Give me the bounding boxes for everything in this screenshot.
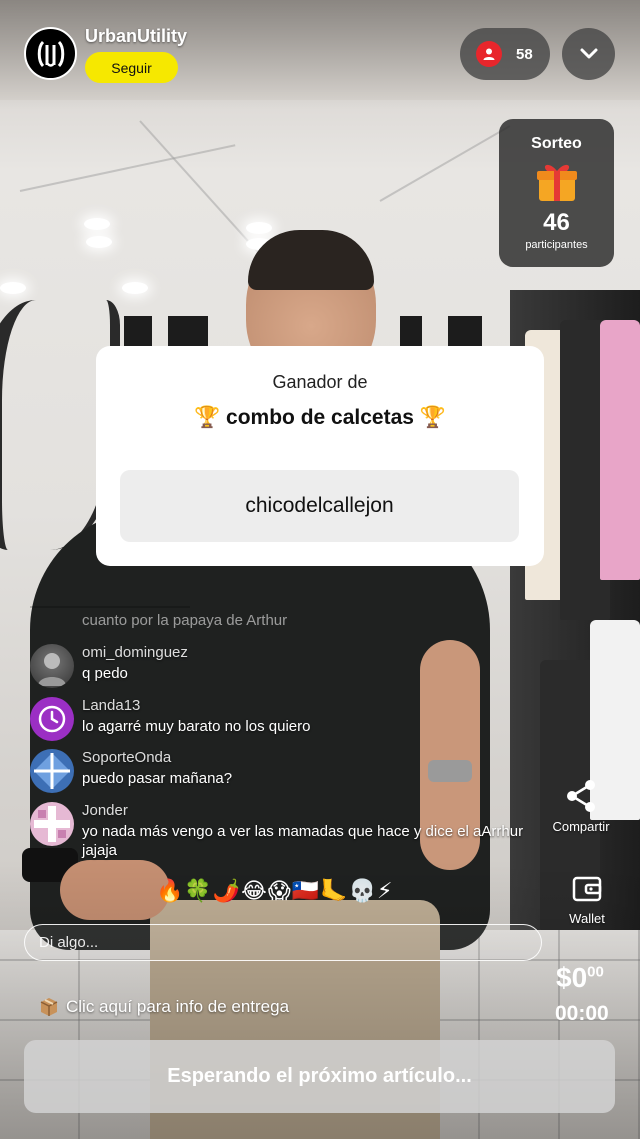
next-item-button[interactable]: Esperando el próximo artículo... [24, 1040, 615, 1113]
ceiling-light [86, 236, 112, 248]
viewer-icon [476, 41, 502, 67]
chevron-down-icon [580, 48, 597, 59]
wallet-label: Wallet [569, 911, 605, 926]
chat-text: yo nada más vengo a ver las mamadas que … [82, 823, 524, 859]
hanging-shirt [600, 320, 640, 580]
ceiling-light [246, 222, 272, 234]
package-icon [40, 998, 58, 1016]
chat-avatar[interactable] [30, 802, 74, 846]
auction-timer: 00:00 [555, 1002, 609, 1025]
share-label: Compartir [552, 819, 610, 834]
share-button[interactable]: Compartir [546, 778, 616, 834]
viewer-count-pill[interactable]: 58 [460, 28, 550, 80]
viewer-count: 58 [516, 45, 533, 63]
winner-prize: 🏆 combo de calcetas 🏆 [194, 406, 446, 429]
pattern-avatar-icon [34, 806, 70, 842]
winner-card: Ganador de 🏆 combo de calcetas 🏆 chicode… [96, 346, 544, 566]
chat-text: q pedo [82, 665, 128, 682]
winner-username: chicodelcallejon [120, 470, 519, 542]
chat-divider [30, 606, 190, 608]
chat-username[interactable]: SoporteOnda [82, 749, 171, 766]
participants-count: 46 [543, 209, 570, 236]
chat-username[interactable]: omi_dominguez [82, 644, 188, 661]
giveaway-widget[interactable]: Sorteo 46 participantes [499, 119, 614, 267]
channel-avatar[interactable] [24, 27, 77, 80]
user-photo-icon [38, 653, 66, 686]
chat-text: lo agarré muy barato no los quiero [82, 718, 311, 735]
chat-username[interactable]: Jonder [82, 802, 128, 819]
price-cents: 00 [587, 963, 604, 981]
price-main: $0 [556, 962, 588, 993]
current-price: $000 [556, 962, 604, 994]
winner-heading: Ganador de [272, 372, 368, 392]
delivery-info-link[interactable]: Clic aquí para info de entrega [38, 996, 289, 1018]
chat-username[interactable]: Landa13 [82, 697, 140, 714]
giveaway-title: Sorteo [531, 135, 582, 152]
collapse-button[interactable] [562, 28, 615, 80]
ceiling-light [122, 282, 148, 294]
chat-text: puedo pasar mañana? [82, 770, 233, 787]
channel-name[interactable]: UrbanUtility [85, 26, 187, 47]
wallet-button[interactable]: Wallet [552, 872, 622, 926]
brand-logo-icon [37, 40, 64, 67]
ceiling-light [84, 218, 110, 230]
chat-message-faded: cuanto por la papaya de Arthur [82, 612, 288, 629]
chat-avatar[interactable] [30, 644, 74, 688]
clock-avatar-icon [38, 705, 66, 733]
pattern-avatar-icon [34, 753, 70, 789]
gift-icon [537, 164, 577, 201]
chat-input[interactable] [24, 924, 542, 961]
participants-label: participantes [525, 239, 588, 251]
ceiling-light [0, 282, 26, 294]
follow-button[interactable]: Seguir [85, 52, 178, 83]
wallet-icon [572, 876, 602, 902]
share-icon [567, 780, 595, 812]
quick-reactions-bar[interactable]: 🔥🍀🌶️😂😱🇨🇱🦶💀⚡ [156, 878, 393, 904]
delivery-info-text: Clic aquí para info de entrega [66, 997, 290, 1016]
chat-avatar[interactable] [30, 749, 74, 793]
chat-avatar[interactable] [30, 697, 74, 741]
